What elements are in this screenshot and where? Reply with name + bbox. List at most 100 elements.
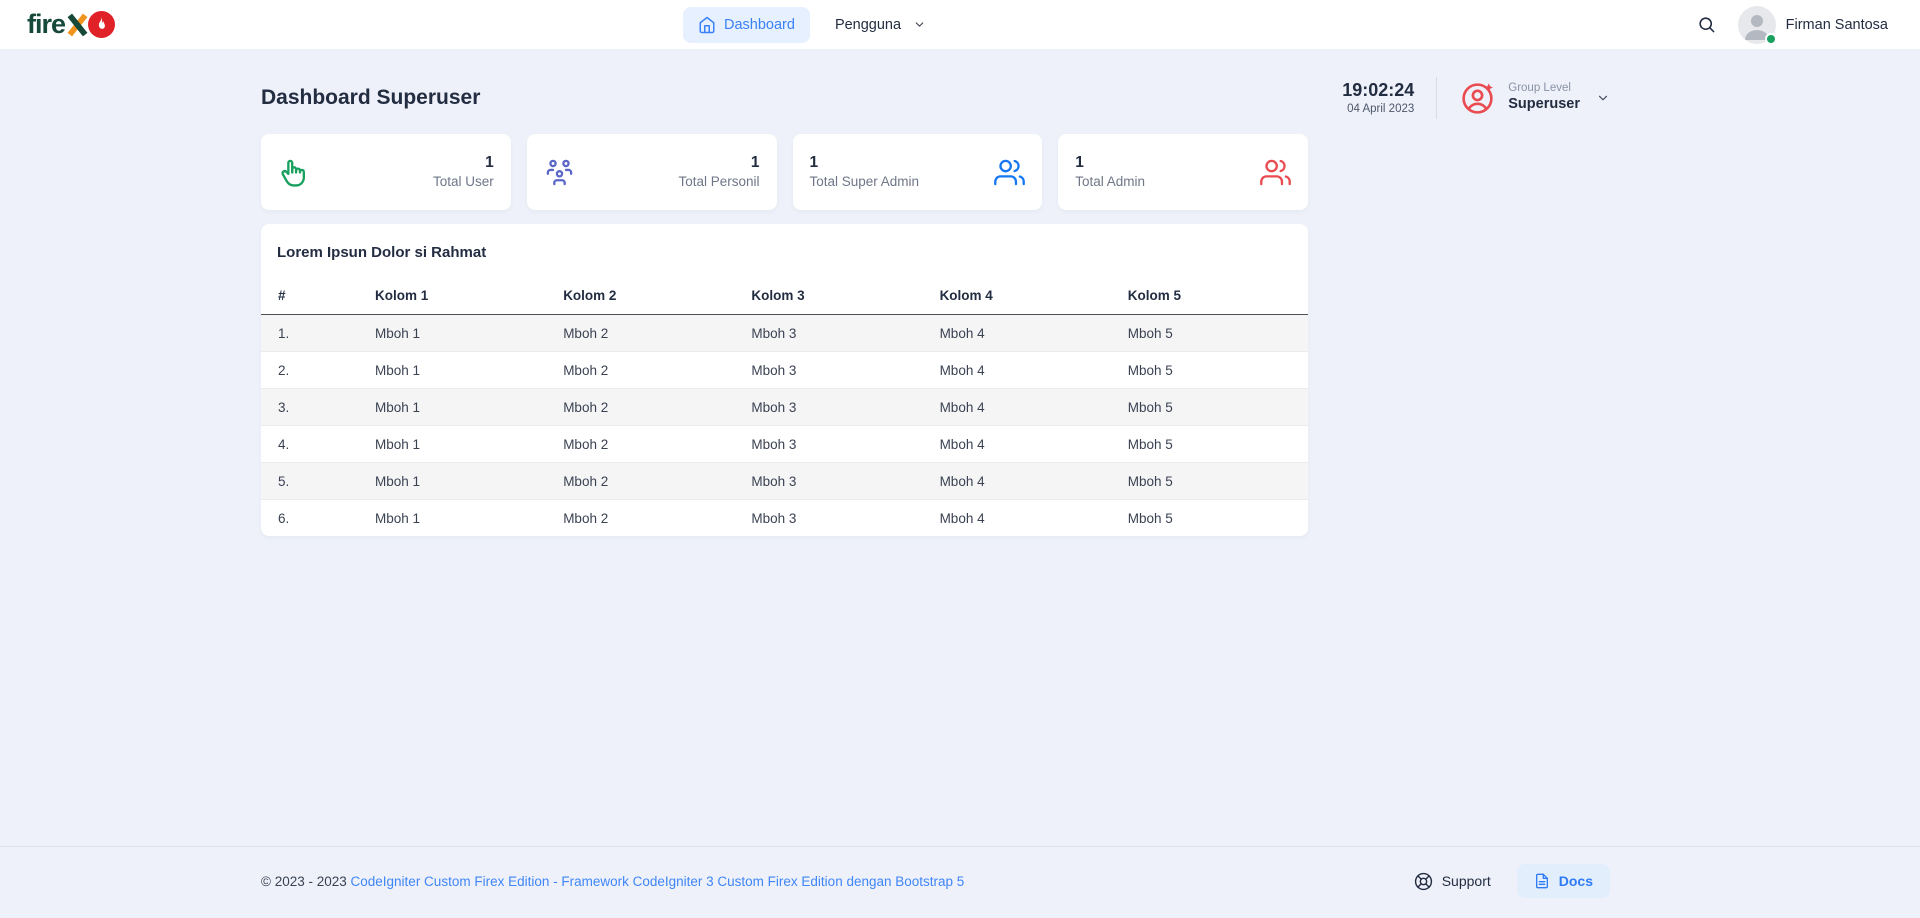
main-content: Dashboard Superuser 19:02:24 04 April 20… (0, 50, 1920, 846)
docs-label: Docs (1558, 873, 1593, 889)
table-cell: Mboh 4 (931, 388, 1120, 426)
table-cell: Mboh 5 (1119, 425, 1308, 463)
page-header: Dashboard Superuser 19:02:24 04 April 20… (261, 72, 1610, 124)
table-cell: Mboh 2 (555, 425, 744, 463)
column-header: Kolom 1 (367, 277, 556, 315)
data-table: # Kolom 1 Kolom 2 Kolom 3 Kolom 4 Kolom 5 1. M… (261, 277, 1308, 536)
docs-button[interactable]: Docs (1516, 864, 1610, 898)
table-cell: 3. (261, 388, 367, 426)
codeigniter-flame-icon (88, 11, 116, 38)
group-level-dropdown[interactable]: Group Level Superuser (1459, 80, 1610, 117)
table-cell: Mboh 4 (931, 462, 1120, 500)
user-name: Firman Santosa (1785, 16, 1888, 33)
main-nav: Dashboard Pengguna (683, 0, 941, 49)
logo-x-icon (65, 12, 90, 38)
support-link[interactable]: Support (1414, 872, 1491, 891)
table-card: Lorem Ipsun Dolor si Rahmat # Kolom 1 Kolo… (261, 224, 1308, 536)
app-logo[interactable]: fire (27, 9, 116, 40)
table-cell: 1. (261, 314, 367, 352)
stats-row: 1 Total User 1 Total Personil 1 Total Su… (261, 134, 1308, 210)
file-text-icon (1534, 873, 1550, 889)
logo-text: fire (27, 9, 66, 39)
chevron-down-icon (1596, 91, 1610, 105)
table-cell: Mboh 2 (555, 314, 744, 352)
column-header: # (261, 277, 367, 315)
group-level-value: Superuser (1508, 96, 1580, 113)
table-cell: Mboh 5 (1127, 510, 1173, 526)
table-row: 4. Mboh 1 Mboh 2 Mboh 3 Mboh 4 Mboh 5 (261, 425, 1308, 463)
stat-card-total-admin: 1 Total Admin (1058, 134, 1308, 210)
nav-item-label: Dashboard (724, 16, 795, 33)
navbar: fire Dashboard Pengguna Firman Santosa (0, 0, 1920, 50)
stat-card-total-personil: 1 Total Personil (526, 134, 777, 210)
table-card-title: Lorem Ipsun Dolor si Rahmat (277, 244, 487, 261)
table-cell: Mboh 3 (743, 462, 932, 500)
table-cell: Mboh 1 (375, 510, 421, 526)
table-cell: Mboh 4 (931, 425, 1120, 463)
nav-item-pengguna[interactable]: Pengguna (820, 8, 941, 42)
column-header: Kolom 4 (931, 277, 1120, 315)
table-cell: Mboh 5 (1119, 462, 1308, 500)
column-header: Kolom 3 (743, 277, 932, 315)
framework-link[interactable]: CodeIgniter Custom Firex Edition - Frame… (351, 874, 965, 889)
stat-label: Total Super Admin (809, 174, 920, 190)
footer: © 2023 - 2023 CodeIgniter Custom Firex E… (0, 846, 1920, 918)
nav-item-dashboard[interactable]: Dashboard (683, 6, 810, 43)
table-row: 2. Mboh 1 Mboh 2 Mboh 3 Mboh 4 Mboh 5 (261, 351, 1308, 389)
table-cell: 2. (261, 351, 367, 389)
user-gear-icon (1459, 80, 1496, 117)
stat-value: 1 (485, 153, 494, 171)
table-header-row: # Kolom 1 Kolom 2 Kolom 3 Kolom 4 Kolom 5 (261, 277, 1308, 315)
users-icon (994, 157, 1026, 188)
table-cell: Mboh 4 (931, 314, 1120, 352)
table-cell: Mboh 2 (555, 351, 744, 389)
column-header: Kolom 2 (555, 277, 744, 315)
search-icon[interactable] (1697, 15, 1716, 34)
hand-finger-icon (278, 157, 309, 188)
table-cell: Mboh 3 (743, 388, 932, 426)
table-row: 6. Mboh 1 Mboh 2 Mboh 3 Mboh 4 Mboh 5 (261, 500, 1308, 537)
stat-card-total-user: 1 Total User (261, 134, 511, 210)
copyright: © 2023 - 2023 CodeIgniter Custom Firex E… (261, 874, 964, 889)
vertical-divider (1436, 77, 1438, 119)
stat-value: 1 (1075, 153, 1084, 171)
stat-value: 1 (750, 153, 760, 171)
chevron-down-icon (913, 18, 926, 31)
page-title: Dashboard Superuser (261, 86, 481, 109)
table-cell: Mboh 1 (367, 462, 556, 500)
table-body: 1. Mboh 1 Mboh 2 Mboh 3 Mboh 4 Mboh 5 2. Mboh 1… (261, 314, 1308, 537)
table-cell: 6. (278, 510, 290, 526)
stat-label: Total Admin (1075, 174, 1146, 190)
table-cell: 4. (261, 425, 367, 463)
user-menu[interactable]: Firman Santosa (1737, 5, 1888, 45)
table-cell: Mboh 5 (1119, 351, 1308, 389)
table-cell: 5. (261, 462, 367, 500)
copyright-text: © 2023 - 2023 (261, 873, 351, 889)
table-cell: Mboh 3 (751, 510, 797, 526)
clock-date: 04 April 2023 (1347, 102, 1415, 115)
table-cell: Mboh 4 (931, 351, 1120, 389)
table-cell: Mboh 3 (743, 314, 932, 352)
table-cell: Mboh 1 (367, 314, 556, 352)
table-cell: Mboh 5 (1119, 314, 1308, 352)
stat-label: Total User (432, 174, 494, 190)
table-cell: Mboh 1 (367, 425, 556, 463)
table-cell: Mboh 2 (555, 388, 744, 426)
table-cell: Mboh 1 (367, 351, 556, 389)
table-cell: Mboh 3 (743, 425, 932, 463)
table-row: 3. Mboh 1 Mboh 2 Mboh 3 Mboh 4 Mboh 5 (261, 388, 1308, 426)
clock-time: 19:02:24 (1342, 80, 1415, 101)
group-level-label: Group Level (1508, 82, 1571, 95)
table-cell: Mboh 4 (939, 510, 985, 526)
online-status-dot (1764, 32, 1777, 45)
table-row: 1. Mboh 1 Mboh 2 Mboh 3 Mboh 4 Mboh 5 (261, 314, 1308, 352)
home-icon (698, 16, 716, 34)
table-row: 5. Mboh 1 Mboh 2 Mboh 3 Mboh 4 Mboh 5 (261, 462, 1308, 500)
users-icon (1260, 157, 1291, 188)
table-cell: Mboh 3 (743, 351, 932, 389)
stat-value: 1 (809, 153, 819, 171)
lifebuoy-icon (1414, 872, 1433, 891)
navbar-right: Firman Santosa (1697, 5, 1888, 45)
stat-label: Total Personil (678, 174, 760, 190)
nav-item-label: Pengguna (834, 16, 902, 33)
